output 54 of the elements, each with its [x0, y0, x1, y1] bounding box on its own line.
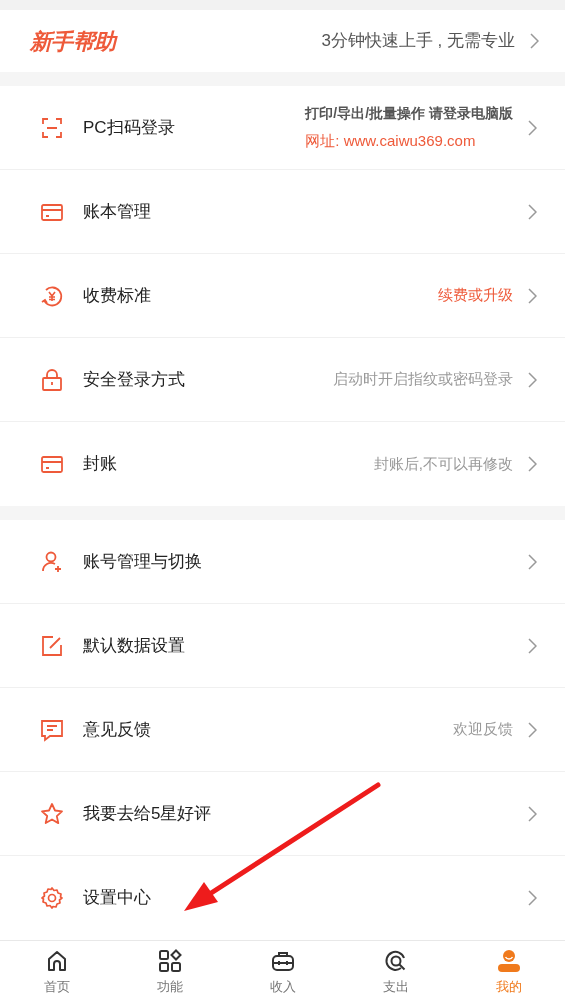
- at-search-icon: [383, 948, 408, 973]
- chevron-icon: [527, 890, 537, 906]
- menu-label: 默认数据设置: [83, 634, 185, 657]
- star-icon: [40, 801, 64, 826]
- menu-hint: 续费或升级: [438, 285, 513, 306]
- chevron-icon: [527, 805, 537, 822]
- chevron-icon: [527, 637, 537, 654]
- gear-icon: [40, 886, 64, 910]
- menu-label: 设置中心: [83, 887, 151, 910]
- help-title: 新手帮助: [30, 27, 116, 56]
- chevron-icon: [527, 553, 537, 570]
- menu-label: 安全登录方式: [83, 368, 185, 391]
- menu-item[interactable]: 意见反馈 欢迎反馈: [0, 688, 565, 772]
- menu-item[interactable]: PC扫码登录 打印/导出/批量操作 请登录电脑版 网址: www.caiwu369.com: [0, 86, 565, 170]
- menu-item[interactable]: 安全登录方式 启动时开启指纹或密码登录: [0, 338, 565, 422]
- menu-item[interactable]: 账号管理与切换: [0, 520, 565, 604]
- menu-label: PC扫码登录: [83, 116, 175, 139]
- menu-item[interactable]: 账本管理: [0, 170, 565, 254]
- chevron-icon: [527, 456, 537, 472]
- help-subtitle: 3分钟快速上手 , 无需专业: [321, 30, 515, 53]
- menu-label: 封账: [83, 453, 117, 476]
- scan-icon: [40, 115, 64, 140]
- menu-hint: 打印/导出/批量操作 请登录电脑版: [305, 103, 513, 123]
- menu-hint: 启动时开启指纹或密码登录: [333, 369, 513, 390]
- menu-item[interactable]: 我要去给5星好评: [0, 772, 565, 856]
- menu-item[interactable]: 收费标准 续费或升级: [0, 254, 565, 338]
- message-icon: [40, 717, 64, 742]
- menu-hint: 欢迎反馈: [453, 719, 513, 740]
- menu-label: 我要去给5星好评: [83, 802, 212, 825]
- menu-item[interactable]: 设置中心: [0, 856, 565, 940]
- chevron-icon: [527, 203, 537, 220]
- grid-icon: [157, 948, 182, 973]
- help-banner[interactable]: 新手帮助 3分钟快速上手 , 无需专业: [0, 10, 565, 72]
- chevron-icon: [527, 119, 537, 136]
- menu-item[interactable]: 默认数据设置: [0, 604, 565, 688]
- chevron-icon: [527, 287, 537, 304]
- menu-label: 账本管理: [83, 200, 151, 223]
- chevron-icon: [529, 33, 539, 50]
- tab-item[interactable]: 支出: [339, 941, 452, 1004]
- menu-hint: 网址: www.caiwu369.com: [305, 130, 476, 151]
- menu-item[interactable]: 封账 封账后,不可以再修改: [0, 422, 565, 506]
- tab-item[interactable]: 功能: [113, 941, 226, 1004]
- tab-item[interactable]: 收入: [226, 941, 339, 1004]
- lock-icon: [40, 367, 64, 392]
- edit-icon: [40, 633, 64, 658]
- chevron-icon: [527, 371, 537, 388]
- chevron-icon: [527, 721, 537, 738]
- tab-item[interactable]: 首页: [0, 941, 113, 1004]
- user-add-icon: [40, 549, 64, 574]
- menu-label: 账号管理与切换: [83, 550, 202, 573]
- menu-label: 收费标准: [83, 284, 151, 307]
- user-icon: [496, 948, 521, 973]
- menu-hint: 封账后,不可以再修改: [373, 453, 513, 474]
- menu-label: 意见反馈: [83, 718, 151, 741]
